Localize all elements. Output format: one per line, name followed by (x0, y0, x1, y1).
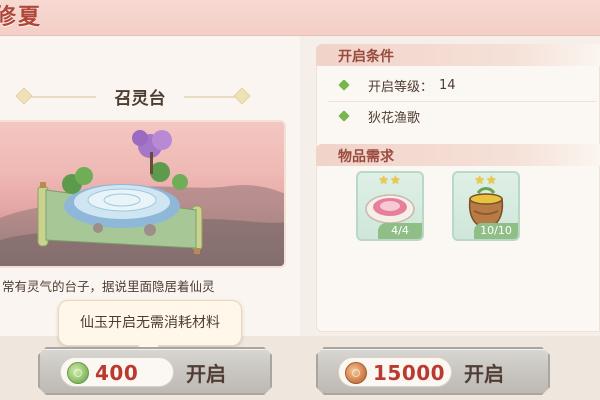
copper-coin-icon (345, 362, 367, 384)
conditions-heading: 开启条件 (338, 49, 394, 65)
left-panel: 召灵台 常有灵气的台子，据说里面隐居着仙灵 (0, 36, 300, 336)
requirements-heading: 物品需求 (338, 149, 394, 165)
summoning-platform-art (0, 130, 284, 266)
condition-row-level: 开启等级： 14 (338, 75, 456, 95)
jade-coin-icon (67, 362, 89, 384)
diamond-ornament-icon (15, 87, 33, 105)
condition-value: 14 (439, 77, 456, 93)
open-with-coin-button[interactable]: 15000 开启 (316, 347, 550, 395)
required-item-plate[interactable]: ★★ 4/4 (356, 171, 424, 241)
diamond-bullet-icon (338, 79, 350, 91)
diamond-bullet-icon (338, 110, 350, 122)
item-count-badge: 4/4 (378, 223, 422, 239)
diamond-ornament-icon (233, 87, 251, 105)
cost-value: 400 (95, 361, 139, 385)
cost-pill: 400 (60, 357, 174, 387)
conditions-header: 开启条件 (316, 44, 600, 66)
required-item-pot[interactable]: ★★ 10/10 (452, 171, 520, 241)
button-label: 开启 (186, 362, 226, 386)
cost-value: 15000 (373, 361, 446, 385)
condition-label: 狄花渔歌 (368, 110, 421, 126)
button-label: 开启 (464, 362, 504, 386)
open-with-jade-button[interactable]: 400 开启 (38, 347, 272, 395)
jade-hint-tooltip: 仙玉开启无需消耗材料 (58, 300, 242, 346)
requirements-header: 物品需求 (316, 144, 600, 166)
condition-label: 开启等级： (368, 79, 434, 95)
building-illustration (0, 120, 286, 268)
item-count-badge: 10/10 (474, 223, 518, 239)
condition-row-quest: 狄花渔歌 (338, 106, 421, 126)
cost-pill: 15000 (338, 357, 452, 387)
top-header-bar: 修夏 (0, 0, 600, 36)
building-description: 常有灵气的台子，据说里面隐居着仙灵 (2, 279, 215, 294)
page-title: 修夏 (0, 4, 43, 30)
divider (328, 101, 596, 102)
building-title: 召灵台 (114, 89, 166, 109)
